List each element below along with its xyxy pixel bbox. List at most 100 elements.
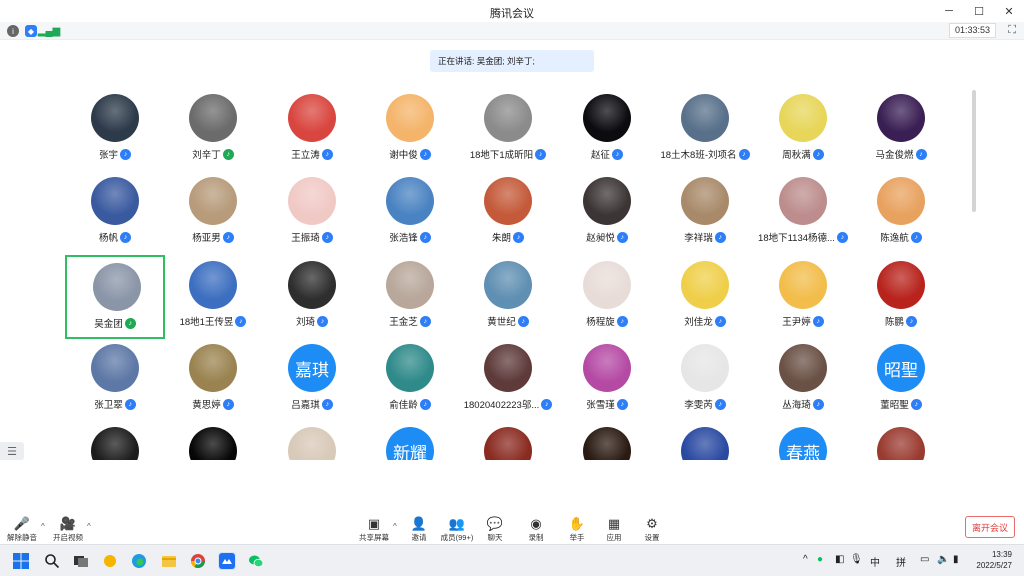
- participant-name: 朱朗: [491, 233, 511, 244]
- participant-avatar: 嘉琪: [288, 344, 336, 392]
- participant-avatar: [189, 344, 237, 392]
- participant-name: 吴金团: [94, 319, 123, 330]
- participant-avatar: [681, 94, 729, 142]
- participant-tile[interactable]: [851, 421, 951, 460]
- leave-meeting-button[interactable]: 离开会议: [965, 516, 1015, 538]
- tray-overflow-chevron-icon[interactable]: ^: [803, 554, 808, 565]
- tray-display-icon[interactable]: ▭: [920, 554, 929, 565]
- participant-avatar: [681, 344, 729, 392]
- participant-name: 张宇: [98, 150, 118, 161]
- edge-browser-icon[interactable]: [130, 552, 148, 570]
- grid-scrollbar[interactable]: [972, 90, 976, 212]
- maximize-icon[interactable]: ☐: [964, 0, 994, 22]
- wechat-icon[interactable]: [247, 552, 265, 570]
- mic-icon: ♪: [222, 231, 234, 243]
- participant-name: 杨程旋: [586, 317, 615, 328]
- participant-avatar: [484, 344, 532, 392]
- mic-icon: ♪: [321, 398, 333, 410]
- file-explorer-icon[interactable]: [160, 552, 178, 570]
- participant-tile[interactable]: [557, 421, 657, 460]
- record-icon: ◉: [530, 516, 542, 531]
- video-options-chevron-icon[interactable]: ^: [87, 522, 91, 531]
- members-button[interactable]: 👥 成员(99+): [437, 516, 477, 543]
- participant-name: 陈逸航: [880, 233, 909, 244]
- participant-name: 黄思婷: [192, 400, 221, 411]
- signal-icon[interactable]: ▂▄▆: [38, 25, 60, 37]
- participant-tile[interactable]: [65, 421, 165, 460]
- participant-tile[interactable]: [262, 421, 362, 460]
- fullscreen-icon[interactable]: ⛶: [1008, 24, 1016, 37]
- battery-icon[interactable]: ▮: [953, 554, 959, 565]
- participant-tile[interactable]: 昭聖 董昭聖 ♪: [851, 338, 951, 422]
- participant-name: 赵昶悦: [586, 233, 615, 244]
- shield-icon[interactable]: ◆: [25, 25, 37, 37]
- tray-meeting-icon[interactable]: ◧: [835, 554, 844, 565]
- apps-button[interactable]: ▦ 应用: [594, 516, 634, 543]
- widgets-icon[interactable]: [101, 552, 119, 570]
- participant-avatar: [779, 177, 827, 225]
- tray-wechat-icon[interactable]: ●: [817, 554, 823, 565]
- participant-tile[interactable]: 马金俊燃 ♪: [851, 88, 951, 172]
- tencent-meeting-taskbar-icon[interactable]: [218, 552, 236, 570]
- participant-avatar: [583, 261, 631, 309]
- participant-avatar: [91, 344, 139, 392]
- mic-icon: ♪: [910, 398, 922, 410]
- volume-icon[interactable]: 🔈: [937, 554, 949, 565]
- invite-button[interactable]: 👤 邀请: [399, 516, 439, 543]
- participant-tile[interactable]: 陈逸航 ♪: [851, 171, 951, 255]
- chrome-browser-icon[interactable]: [189, 552, 207, 570]
- tray-ime-mode[interactable]: 中: [870, 554, 880, 569]
- tray-mic-icon[interactable]: 🎙: [850, 554, 863, 565]
- participant-name: 俞佳龄: [389, 400, 418, 411]
- meeting-timer: 01:33:53: [948, 23, 996, 38]
- participant-name-row: 陈逸航 ♪: [831, 230, 960, 244]
- participant-tile[interactable]: [655, 421, 755, 460]
- task-view-icon[interactable]: [72, 552, 90, 570]
- info-icon[interactable]: i: [7, 25, 19, 37]
- audio-options-chevron-icon[interactable]: ^: [41, 522, 45, 531]
- participant-tile[interactable]: [163, 421, 263, 460]
- close-icon[interactable]: ✕: [994, 0, 1024, 22]
- participant-name: 18地下1成昕阳: [469, 150, 534, 161]
- window-title: 腾讯会议: [490, 8, 534, 20]
- system-clock[interactable]: 13:39 2022/5/27: [976, 549, 1012, 571]
- chat-button[interactable]: 💬 聊天: [475, 516, 515, 543]
- participant-avatar: [91, 177, 139, 225]
- participant-avatar: [877, 94, 925, 142]
- list-view-icon[interactable]: ☰: [0, 442, 24, 460]
- participant-name: 吕嘉琪: [291, 400, 320, 411]
- chat-icon: 💬: [486, 516, 504, 531]
- participant-tile[interactable]: 陈鹏 ♪: [851, 255, 951, 339]
- mic-icon: ♪: [124, 398, 136, 410]
- participant-avatar: [288, 261, 336, 309]
- participant-avatar: 昭聖: [877, 344, 925, 392]
- participant-avatar: [386, 261, 434, 309]
- participant-tile[interactable]: 春燕: [753, 421, 853, 460]
- share-options-chevron-icon[interactable]: ^: [393, 522, 397, 531]
- title-bar: 腾讯会议 ─ ☐ ✕: [0, 0, 1024, 22]
- minimize-icon[interactable]: ─: [934, 0, 964, 22]
- mic-icon: ♪: [419, 148, 431, 160]
- participant-name: 王金芝: [389, 317, 418, 328]
- participant-avatar: [583, 427, 631, 460]
- settings-button[interactable]: ⚙ 设置: [632, 516, 672, 543]
- participant-avatar: [189, 177, 237, 225]
- participant-tile[interactable]: [458, 421, 558, 460]
- search-icon[interactable]: [43, 552, 61, 570]
- start-video-button[interactable]: 🎥 开启视频: [48, 516, 88, 543]
- participant-name: 周秋满: [782, 150, 811, 161]
- unmute-button[interactable]: 🎤 解除静音: [2, 516, 42, 543]
- mic-icon: ♪: [616, 398, 628, 410]
- tray-ime-pinyin[interactable]: 拼: [896, 554, 906, 569]
- participant-name: 张浩锋: [389, 233, 418, 244]
- raise-hand-button[interactable]: ✋ 举手: [557, 516, 597, 543]
- mic-icon: ♪: [812, 398, 824, 410]
- participant-avatar: [583, 94, 631, 142]
- participant-tile[interactable]: 新耀: [360, 421, 460, 460]
- mic-icon: ♪: [222, 398, 234, 410]
- share-screen-button[interactable]: ▣ 共享屏幕: [354, 516, 394, 543]
- participant-avatar: [877, 177, 925, 225]
- participant-name: 李祥瑞: [684, 233, 713, 244]
- record-button[interactable]: ◉ 录制: [516, 516, 556, 543]
- windows-start-icon[interactable]: [12, 552, 30, 570]
